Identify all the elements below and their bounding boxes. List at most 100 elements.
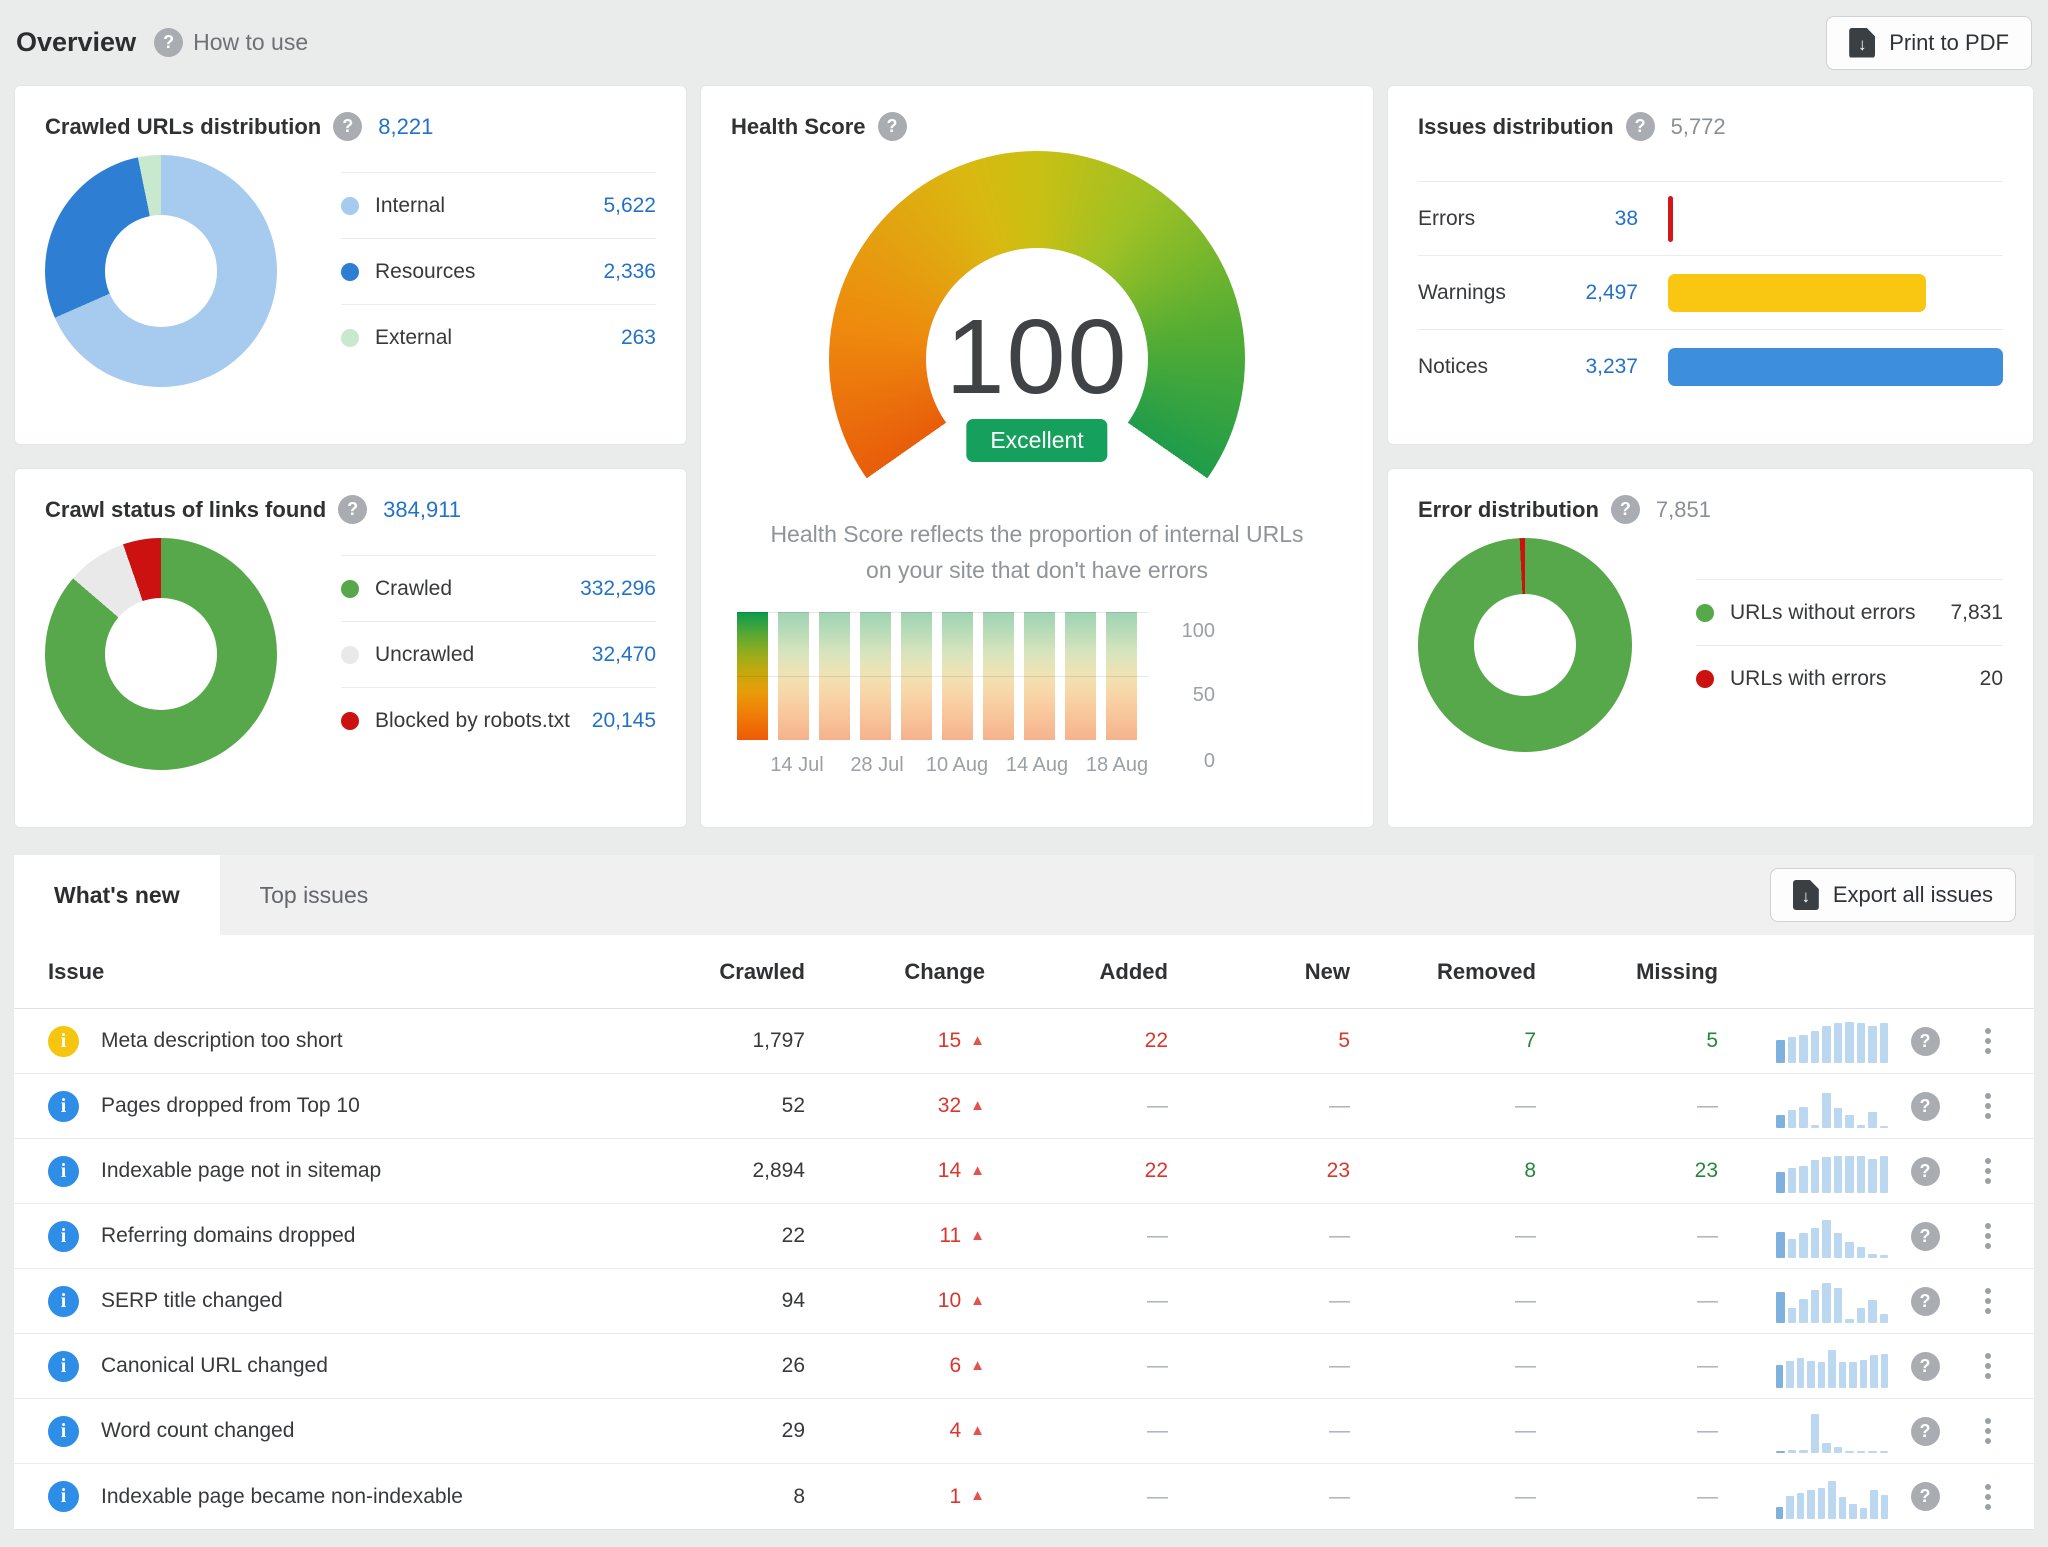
col-added: Added (985, 959, 1168, 985)
help-icon[interactable] (1611, 495, 1640, 524)
issue-cell: SERP title changed (48, 1286, 635, 1317)
help-icon[interactable] (338, 495, 367, 524)
change-cell: 4 ▲ (805, 1419, 985, 1443)
legend-value[interactable]: 263 (621, 326, 656, 350)
removed-count: — (1350, 1419, 1536, 1443)
error-distribution-donut-chart (1418, 538, 1632, 752)
issue-help-icon[interactable] (1911, 1157, 1940, 1186)
issue-link[interactable]: SERP title changed (101, 1289, 283, 1313)
issue-severity-icon (48, 1156, 79, 1187)
card-title: Error distribution (1418, 497, 1599, 523)
legend-value[interactable]: 5,622 (603, 194, 656, 218)
legend-row: Internal 5,622 (341, 172, 656, 238)
row-menu-kebab-icon[interactable] (1985, 1233, 1991, 1239)
issue-help-icon[interactable] (1911, 1027, 1940, 1056)
help-icon[interactable] (333, 112, 362, 141)
legend-value[interactable]: 20,145 (592, 709, 656, 733)
row-menu-kebab-icon[interactable] (1985, 1298, 1991, 1304)
new-count: 23 (1168, 1159, 1350, 1183)
legend-value[interactable]: 2,336 (603, 260, 656, 284)
table-row: Pages dropped from Top 10 52 32 ▲ — — — … (14, 1074, 2034, 1139)
added-count: — (985, 1094, 1168, 1118)
col-issue: Issue (48, 959, 635, 985)
row-menu-kebab-icon[interactable] (1985, 1168, 1991, 1174)
help-icon[interactable] (878, 112, 907, 141)
row-menu-kebab-icon[interactable] (1985, 1428, 1991, 1434)
issue-type-count[interactable]: 3,237 (1546, 355, 1638, 379)
issue-cell: Meta description too short (48, 1026, 635, 1057)
issue-help-icon[interactable] (1911, 1287, 1940, 1316)
missing-count: — (1536, 1094, 1718, 1118)
tab-top-issues[interactable]: Top issues (220, 855, 409, 935)
new-count: — (1168, 1485, 1350, 1509)
issue-link[interactable]: Indexable page not in sitemap (101, 1159, 381, 1183)
legend-value[interactable]: 332,296 (580, 577, 656, 601)
new-count: — (1168, 1419, 1350, 1443)
arrow-up-icon: ▲ (970, 1422, 985, 1439)
issue-trend-sparkline (1776, 1344, 1888, 1388)
issue-trend-sparkline (1776, 1279, 1888, 1323)
legend-dot (341, 712, 359, 730)
crawled-count: 94 (635, 1289, 805, 1313)
missing-count: 23 (1536, 1159, 1718, 1183)
sparkline-cell (1718, 1084, 1888, 1128)
issue-link[interactable]: Indexable page became non-indexable (101, 1485, 463, 1509)
legend-value: 7,831 (1950, 601, 2003, 625)
change-value: 14 (938, 1159, 961, 1183)
arrow-up-icon: ▲ (970, 1292, 985, 1309)
legend-row: URLs without errors 7,831 (1696, 579, 2003, 645)
issue-link[interactable]: Canonical URL changed (101, 1354, 328, 1378)
health-score-description: Health Score reflects the proportion of … (731, 517, 1343, 588)
export-all-issues-button[interactable]: Export all issues (1770, 868, 2016, 922)
issue-link[interactable]: Pages dropped from Top 10 (101, 1094, 360, 1118)
added-count: 22 (985, 1159, 1168, 1183)
card-health-score: Health Score 100 Excellent Health Score … (700, 85, 1374, 828)
row-menu-kebab-icon[interactable] (1985, 1363, 1991, 1369)
added-count: — (985, 1354, 1168, 1378)
row-menu-kebab-icon[interactable] (1985, 1103, 1991, 1109)
card-title: Health Score (731, 114, 866, 140)
issue-link[interactable]: Meta description too short (101, 1029, 343, 1053)
issue-help-icon[interactable] (1911, 1222, 1940, 1251)
legend-value[interactable]: 32,470 (592, 643, 656, 667)
card-total[interactable]: 384,911 (383, 497, 461, 523)
issue-help-icon[interactable] (1911, 1482, 1940, 1511)
issue-help-icon[interactable] (1911, 1352, 1940, 1381)
card-total[interactable]: 8,221 (378, 114, 433, 140)
print-to-pdf-button[interactable]: Print to PDF (1826, 16, 2032, 70)
issue-type-count[interactable]: 2,497 (1546, 281, 1638, 305)
card-total: 7,851 (1656, 497, 1711, 523)
removed-count: — (1350, 1224, 1536, 1248)
issue-help-icon[interactable] (1911, 1417, 1940, 1446)
row-menu-kebab-icon[interactable] (1985, 1038, 1991, 1044)
new-count: 5 (1168, 1029, 1350, 1053)
issue-distribution-row: Notices 3,237 (1418, 329, 2003, 403)
issue-type-label: Notices (1418, 355, 1546, 379)
added-count: — (985, 1289, 1168, 1313)
tab-whats-new[interactable]: What's new (14, 855, 220, 935)
added-count: — (985, 1485, 1168, 1509)
issue-type-count[interactable]: 38 (1546, 207, 1638, 231)
crawled-count: 22 (635, 1224, 805, 1248)
change-value: 32 (938, 1094, 961, 1118)
issue-bar-zone (1668, 196, 2003, 242)
how-to-use-link[interactable]: How to use (154, 28, 308, 57)
issue-link[interactable]: Word count changed (101, 1419, 294, 1443)
change-cell: 1 ▲ (805, 1485, 985, 1509)
issue-link[interactable]: Referring domains dropped (101, 1224, 355, 1248)
issues-table: Issue Crawled Change Added New Removed M… (14, 935, 2034, 1530)
legend-row: Uncrawled 32,470 (341, 621, 656, 687)
issue-severity-icon (48, 1481, 79, 1512)
crawled-urls-legend: Internal 5,622 Resources 2,336 External … (341, 172, 656, 370)
issue-severity-icon (48, 1026, 79, 1057)
change-cell: 10 ▲ (805, 1289, 985, 1313)
issue-trend-sparkline (1776, 1214, 1888, 1258)
crawled-count: 52 (635, 1094, 805, 1118)
help-icon[interactable] (1626, 112, 1655, 141)
issue-cell: Indexable page became non-indexable (48, 1481, 635, 1512)
table-row: Meta description too short 1,797 15 ▲ 22… (14, 1009, 2034, 1074)
issue-help-icon[interactable] (1911, 1092, 1940, 1121)
table-row: Indexable page not in sitemap 2,894 14 ▲… (14, 1139, 2034, 1204)
row-menu-kebab-icon[interactable] (1985, 1494, 1991, 1500)
change-value: 4 (949, 1419, 961, 1443)
